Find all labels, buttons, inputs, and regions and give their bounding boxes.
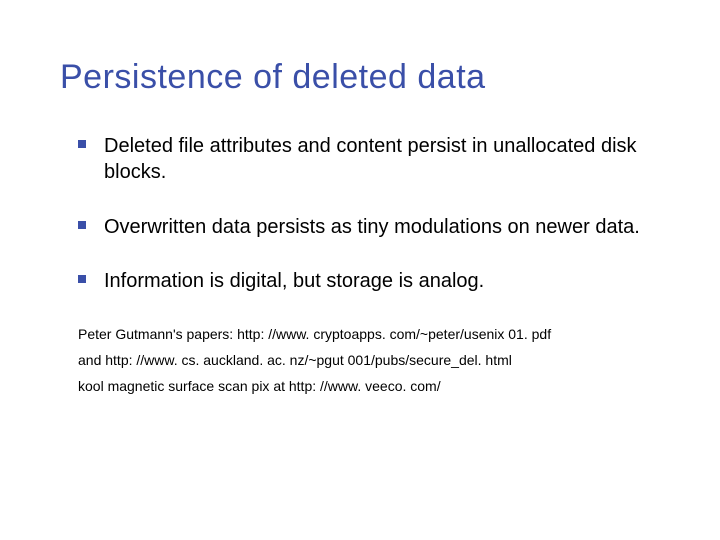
reference-line: kool magnetic surface scan pix at http: … xyxy=(78,375,660,397)
bullet-item: Information is digital, but storage is a… xyxy=(78,268,660,294)
bullet-list: Deleted file attributes and content pers… xyxy=(78,133,660,295)
reference-line: and http: //www. cs. auckland. ac. nz/~p… xyxy=(78,349,660,371)
reference-line: Peter Gutmann's papers: http: //www. cry… xyxy=(78,323,660,345)
bullet-item: Deleted file attributes and content pers… xyxy=(78,133,660,186)
references: Peter Gutmann's papers: http: //www. cry… xyxy=(78,323,660,398)
slide-title: Persistence of deleted data xyxy=(60,58,660,97)
bullet-item: Overwritten data persists as tiny modula… xyxy=(78,214,660,240)
